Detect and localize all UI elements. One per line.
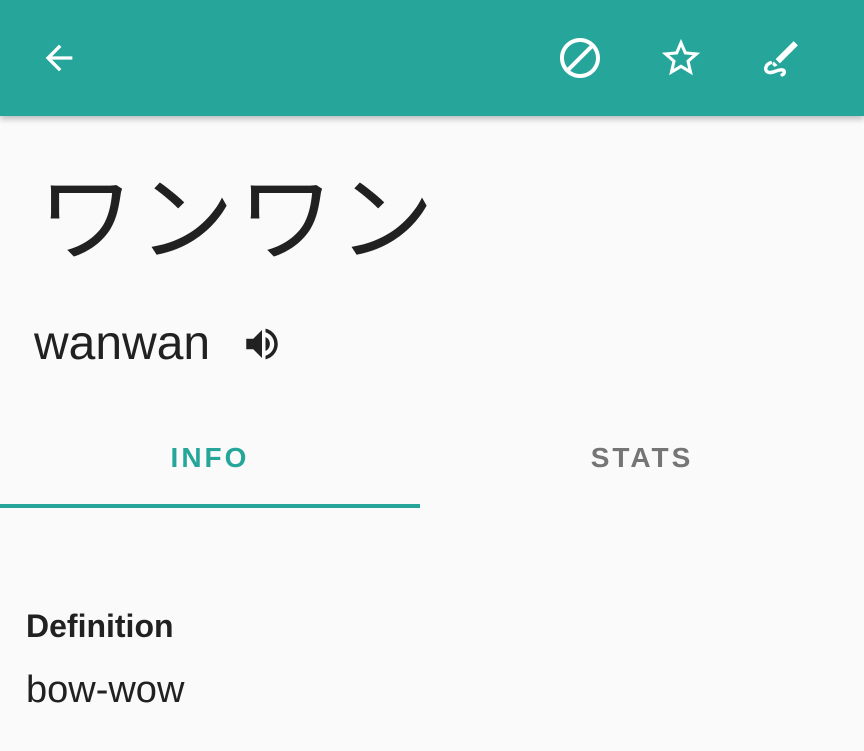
definition-value: bow-wow — [26, 669, 185, 711]
tab-info[interactable]: INFO — [0, 420, 420, 508]
tab-stats[interactable]: STATS — [420, 420, 864, 508]
edit-button[interactable] — [755, 32, 807, 84]
detail-tabs: INFO STATS — [0, 420, 864, 508]
word-romaji: wanwan — [34, 317, 211, 370]
active-tab-indicator — [0, 504, 420, 508]
definition-label: Definition — [26, 608, 174, 644]
tab-stats-label: STATS — [590, 442, 694, 473]
favorite-button[interactable] — [655, 32, 707, 84]
tab-info-label: INFO — [170, 442, 250, 473]
arrow-back-icon — [45, 44, 73, 72]
edit-brush-icon — [763, 41, 798, 77]
block-icon — [560, 38, 600, 78]
block-button[interactable] — [554, 32, 606, 84]
romaji-row: wanwan — [34, 312, 284, 376]
play-audio-button[interactable] — [240, 322, 284, 366]
volume-up-icon — [246, 328, 278, 360]
app-toolbar — [0, 0, 864, 116]
star-outline-icon — [661, 38, 701, 76]
word-detail-screen: ワンワン wanwan INFO STATS Definition bow-wo… — [0, 0, 864, 751]
word-kana: ワンワン — [38, 164, 438, 276]
back-button[interactable] — [33, 32, 85, 84]
